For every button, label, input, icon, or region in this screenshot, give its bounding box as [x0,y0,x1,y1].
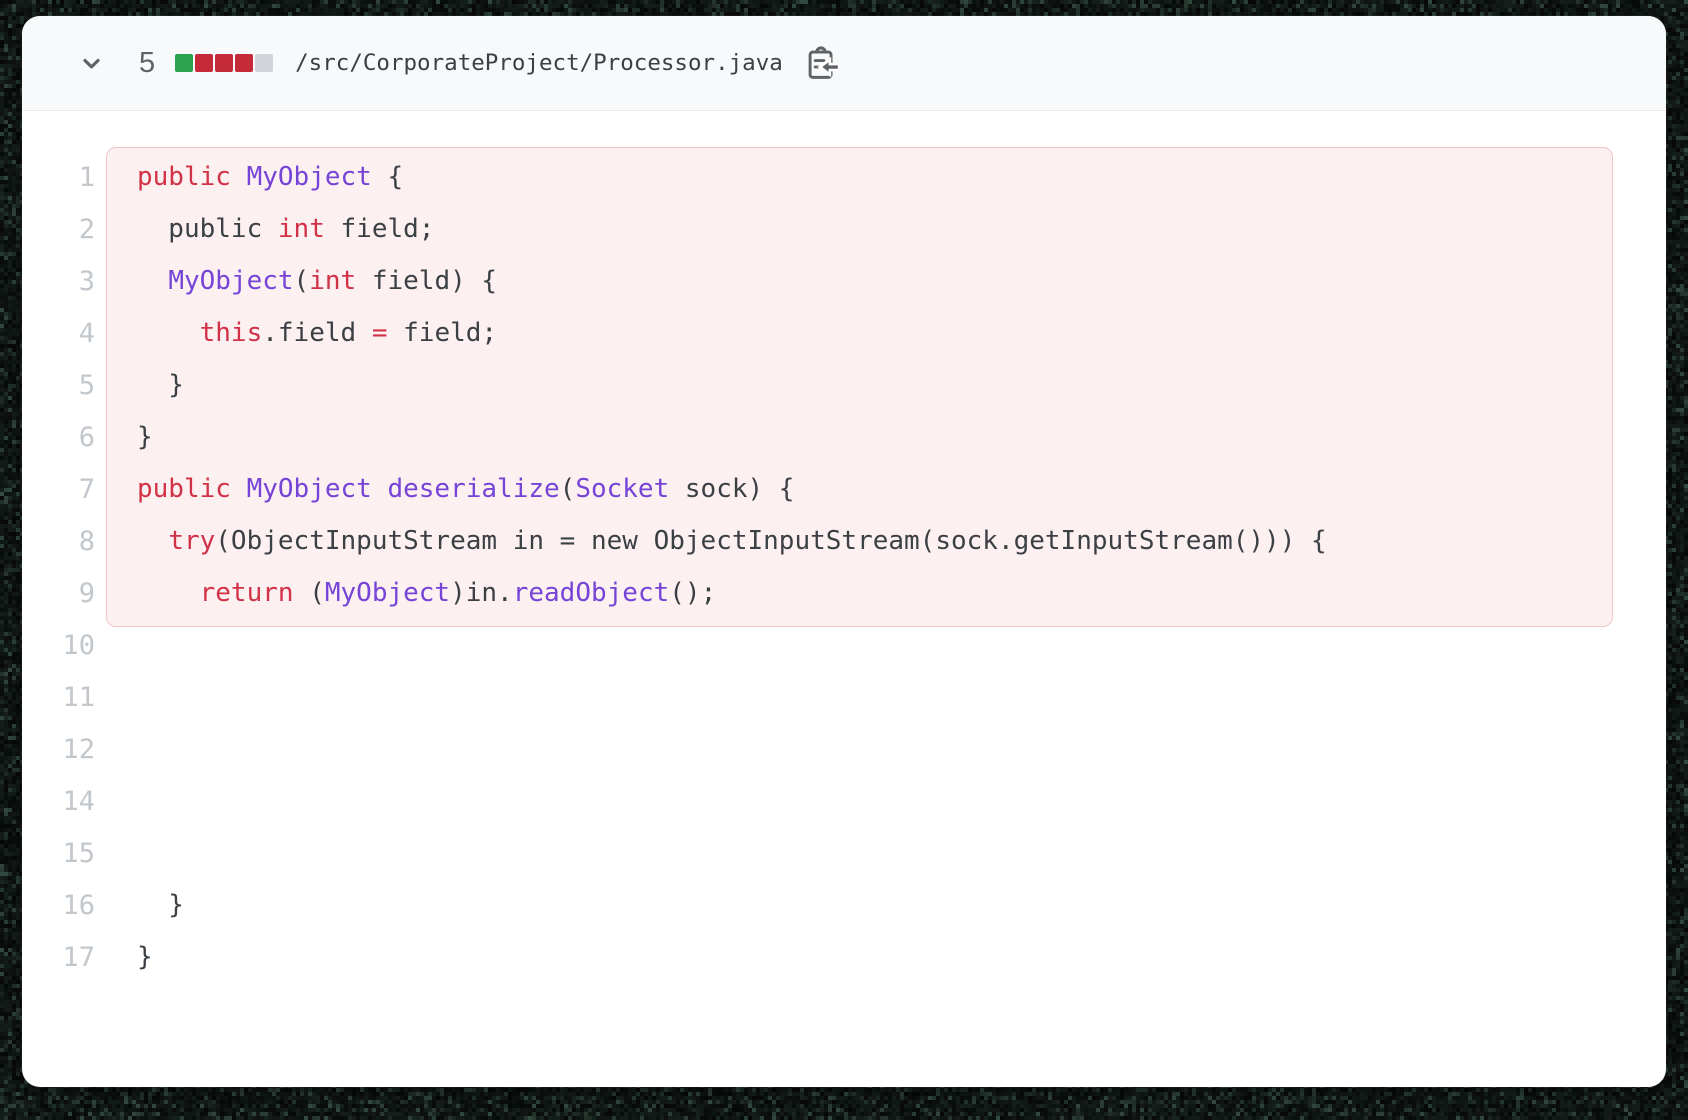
code-token: field) { [356,266,497,296]
code-line-text: try(ObjectInputStream in = new ObjectInp… [95,526,1327,556]
code-line: 5 } [22,359,1666,411]
file-path: /src/CorporateProject/Processor.java [295,50,783,76]
code-token [137,266,168,296]
code-token: field; [325,214,435,244]
line-number: 1 [22,162,95,193]
code-token: sock) { [669,474,794,504]
code-line: 2 public int field; [22,203,1666,255]
code-line-text: public MyObject { [95,162,403,192]
line-number: 6 [22,422,95,453]
code-token: ( [560,474,576,504]
paste-button[interactable] [803,44,841,82]
line-number: 5 [22,370,95,401]
code-token: return [200,578,294,608]
code-line: 6} [22,411,1666,463]
code-editor: 1public MyObject {2 public int field;3 M… [22,111,1666,983]
code-line-text: return (MyObject)in.readObject(); [95,578,716,608]
code-line: 14 [22,775,1666,827]
code-token: MyObject [168,266,293,296]
code-token: { [372,162,403,192]
code-token [137,526,168,556]
severity-square [215,54,233,72]
code-token: } [137,422,153,452]
code-token: public [137,474,231,504]
code-token: public [137,162,231,192]
finding-count: 5 [139,47,155,80]
clipboard-paste-icon [803,45,840,82]
code-line-text: public int field; [95,214,434,244]
line-number: 14 [22,786,95,817]
severity-meter [175,54,273,72]
code-token: MyObject [325,578,450,608]
code-line-text: } [95,370,184,400]
code-line: 17} [22,931,1666,983]
file-header: 5 /src/CorporateProject/Processor.java [22,16,1666,111]
code-line-text: } [95,422,153,452]
code-token: field; [387,318,497,348]
severity-square [255,54,273,72]
code-token: } [137,370,184,400]
code-lines-container: 1public MyObject {2 public int field;3 M… [22,151,1666,983]
severity-square [235,54,253,72]
line-number: 4 [22,318,95,349]
code-token: ( [294,578,325,608]
code-line-text: this.field = field; [95,318,497,348]
code-token: try [168,526,215,556]
code-line: 1public MyObject { [22,151,1666,203]
code-token: = [372,318,388,348]
code-token: readObject [513,578,670,608]
chevron-down-icon [78,50,105,77]
code-token: int [309,266,356,296]
code-line: 15 [22,827,1666,879]
code-token [137,578,200,608]
code-viewer-window: 5 /src/CorporateProject/Processor.java 1… [22,16,1666,1087]
line-number: 10 [22,630,95,661]
code-token: )in. [450,578,513,608]
line-number: 15 [22,838,95,869]
code-token: deserialize [387,474,559,504]
code-line: 10 [22,619,1666,671]
code-token: int [278,214,325,244]
line-number: 8 [22,526,95,557]
code-token: .field [262,318,372,348]
code-token: this [200,318,263,348]
code-token: } [137,942,153,972]
collapse-button[interactable] [77,49,105,77]
line-number: 12 [22,734,95,765]
code-line: 7public MyObject deserialize(Socket sock… [22,463,1666,515]
code-token: } [137,890,184,920]
line-number: 9 [22,578,95,609]
code-token: (); [669,578,716,608]
code-line: 8 try(ObjectInputStream in = new ObjectI… [22,515,1666,567]
code-token: MyObject [247,474,372,504]
line-number: 2 [22,214,95,245]
severity-square [195,54,213,72]
code-line-text: } [95,890,184,920]
code-line-text: } [95,942,153,972]
code-line-text: public MyObject deserialize(Socket sock)… [95,474,794,504]
code-line-text: MyObject(int field) { [95,266,497,296]
code-line: 16 } [22,879,1666,931]
line-number: 3 [22,266,95,297]
severity-square [175,54,193,72]
code-line: 9 return (MyObject)in.readObject(); [22,567,1666,619]
code-token [231,162,247,192]
line-number: 7 [22,474,95,505]
line-number: 11 [22,682,95,713]
code-token [372,474,388,504]
line-number: 16 [22,890,95,921]
code-line: 3 MyObject(int field) { [22,255,1666,307]
code-token: (ObjectInputStream in = new ObjectInputS… [215,526,1326,556]
code-line: 12 [22,723,1666,775]
code-token: ( [294,266,310,296]
code-token: public [137,214,278,244]
code-line: 4 this.field = field; [22,307,1666,359]
code-token: Socket [575,474,669,504]
line-number: 17 [22,942,95,973]
code-token [137,318,200,348]
code-token: MyObject [247,162,372,192]
code-token [231,474,247,504]
code-line: 11 [22,671,1666,723]
